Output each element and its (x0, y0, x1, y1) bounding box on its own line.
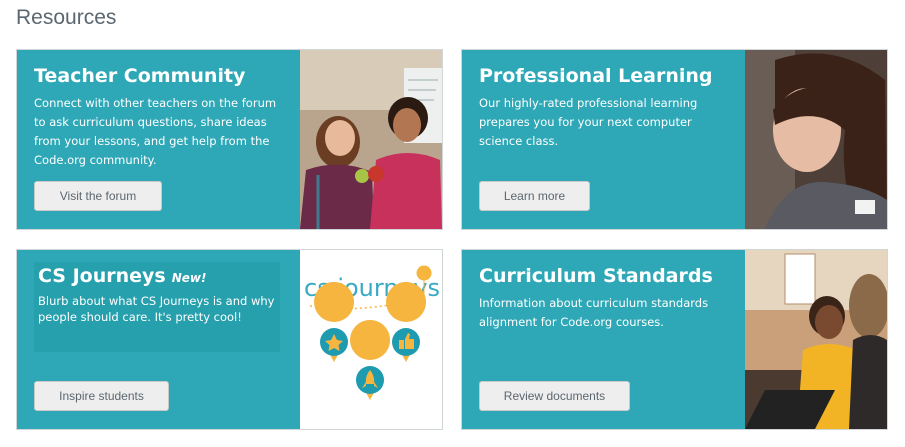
card-title: Curriculum Standards (479, 265, 713, 287)
learn-more-button[interactable]: Learn more (479, 181, 590, 211)
card-title: Professional Learning (479, 65, 713, 87)
card-description: Information about curriculum standards a… (479, 296, 709, 329)
inspire-students-button[interactable]: Inspire students (34, 381, 169, 411)
learner-photo (745, 50, 887, 229)
visit-forum-button[interactable]: Visit the forum (34, 181, 162, 211)
cs-journeys-text-box: CS Journeys New! Blurb about what CS Jour… (34, 262, 280, 352)
card-description: Blurb about what CS Journeys is and why … (38, 294, 275, 324)
card-description: Our highly-rated professional learning p… (479, 96, 698, 148)
card-title: CS Journeys New! (38, 265, 207, 287)
cs-journeys-logo: cs journeys (300, 250, 442, 429)
card-title: Teacher Community (34, 65, 246, 87)
teacher-community-card: Teacher Community Connect with other tea… (16, 49, 443, 230)
students-photo (745, 250, 887, 429)
section-title: Resources (16, 6, 117, 29)
curriculum-standards-card: Curriculum Standards Information about c… (461, 249, 888, 430)
card-description: Connect with other teachers on the forum… (34, 96, 277, 167)
new-badge: New! (171, 271, 207, 285)
cs-journeys-card: CS Journeys New! Blurb about what CS Jour… (16, 249, 443, 430)
professional-learning-card: Professional Learning Our highly-rated p… (461, 49, 888, 230)
review-documents-button[interactable]: Review documents (479, 381, 630, 411)
teachers-photo (300, 50, 442, 229)
